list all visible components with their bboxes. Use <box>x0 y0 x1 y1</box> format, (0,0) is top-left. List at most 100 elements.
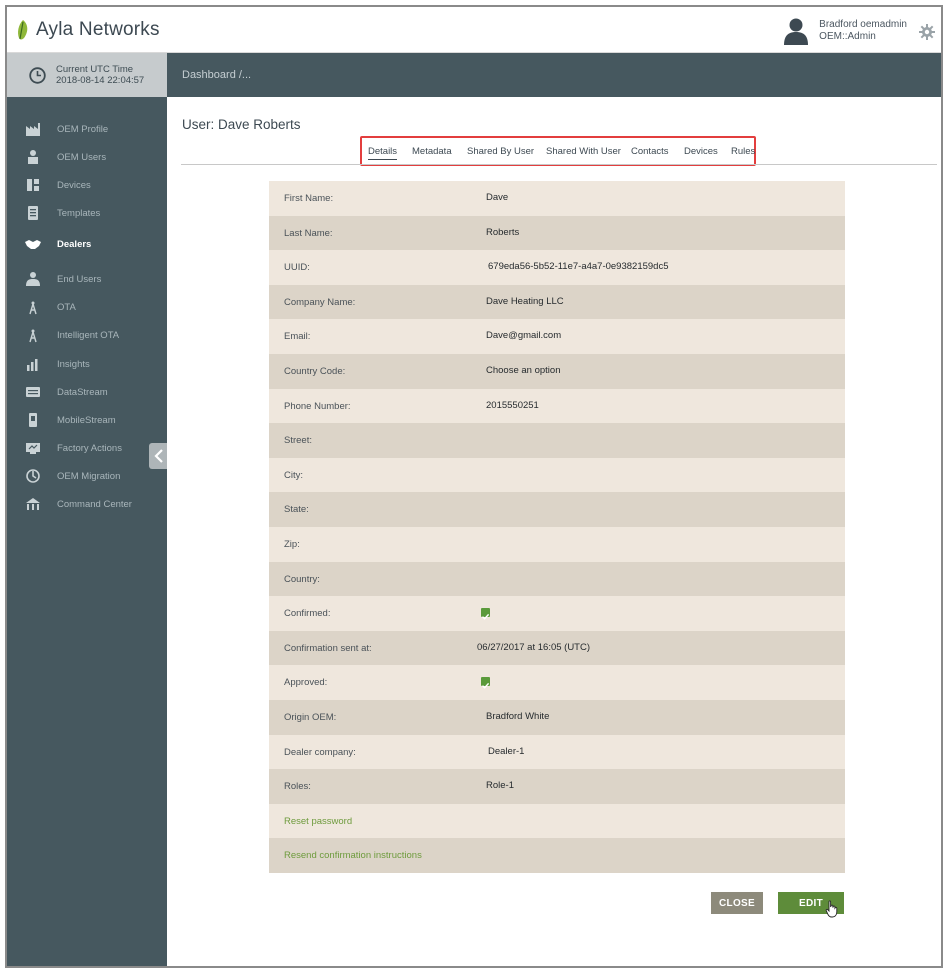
table-row: Confirmed: <box>269 596 845 631</box>
utc-clock: Current UTC Time 2018-08-14 22:04:57 <box>7 53 167 97</box>
sidebar-item-factory-actions[interactable]: Factory Actions <box>7 437 167 459</box>
command-center-icon <box>26 498 40 510</box>
sidebar-item-oem-profile[interactable]: OEM Profile <box>7 118 167 140</box>
field-label: Phone Number: <box>284 400 351 412</box>
handshake-icon <box>25 240 41 249</box>
template-icon <box>28 206 38 220</box>
sidebar-item-label: OTA <box>57 301 76 313</box>
field-value: Dave <box>486 192 509 203</box>
reset-password-link[interactable]: Reset password <box>284 816 352 827</box>
sidebar-item-label: DataStream <box>57 386 108 398</box>
field-label: Confirmation sent at: <box>284 642 372 654</box>
collapse-sidebar-button[interactable] <box>149 443 168 469</box>
field-label: Origin OEM: <box>284 711 337 723</box>
table-row: First Name: Dave <box>269 181 845 216</box>
sidebar-item-label: OEM Migration <box>57 470 121 482</box>
tab-shared-by-user[interactable]: Shared By User <box>467 146 534 157</box>
factory-icon <box>26 123 40 136</box>
close-button[interactable]: CLOSE <box>711 892 763 914</box>
stream-icon <box>26 387 40 397</box>
field-value: Bradford White <box>486 710 550 722</box>
table-row: Roles: Role-1 <box>269 769 845 804</box>
antenna-icon <box>29 301 37 315</box>
tab-devices[interactable]: Devices <box>684 146 718 157</box>
field-value: 2015550251 <box>486 399 539 411</box>
field-label: Zip: <box>284 538 300 550</box>
field-value: Dealer-1 <box>488 745 525 757</box>
user-name: Bradford oemadmin <box>819 19 907 30</box>
user-details-table: First Name: Dave Last Name: Roberts UUID… <box>269 181 845 873</box>
sidebar-item-label: End Users <box>57 273 102 285</box>
bar-chart-icon <box>27 359 38 371</box>
brand-name: Ayla Networks <box>36 19 160 40</box>
app-window: Ayla Networks Bradford oemadmin OEM::Adm… <box>5 5 943 968</box>
sidebar-item-command-center[interactable]: Command Center <box>7 493 167 515</box>
tab-details[interactable]: Details <box>368 146 398 160</box>
sidebar-item-devices[interactable]: Devices <box>7 174 167 196</box>
table-row: UUID: 679eda56-5b52-11e7-a4a7-0e9382159d… <box>269 250 845 285</box>
field-label: First Name: <box>284 193 334 204</box>
check-icon <box>482 614 490 620</box>
table-row: Country: <box>269 561 845 597</box>
field-label: Confirmed: <box>284 608 331 620</box>
tab-bar: Details Metadata Shared By User Shared W… <box>360 136 756 166</box>
sidebar-item-end-users[interactable]: End Users <box>7 268 167 290</box>
sidebar-item-label: Templates <box>57 207 101 219</box>
tab-shared-with-user[interactable]: Shared With User <box>546 146 621 157</box>
user-menu[interactable]: Bradford oemadmin OEM::Admin <box>783 17 907 45</box>
table-row: City: <box>269 457 845 493</box>
tab-contacts[interactable]: Contacts <box>631 146 669 157</box>
gear-icon[interactable] <box>919 24 935 40</box>
hand-cursor-icon <box>825 900 838 918</box>
sidebar-item-dealers[interactable]: Dealers <box>7 233 167 255</box>
table-row: Approved: <box>269 665 845 700</box>
field-value: 679eda56-5b52-11e7-a4a7-0e9382159dc5 <box>488 261 669 273</box>
resend-confirmation-link[interactable]: Resend confirmation instructions <box>284 850 422 861</box>
antenna-icon <box>29 329 37 343</box>
user-avatar-icon <box>784 18 809 45</box>
mobile-icon <box>29 413 37 427</box>
field-value: Dave Heating LLC <box>486 295 564 307</box>
sidebar-item-label: Command Center <box>57 498 132 510</box>
sidebar-item-oem-migration[interactable]: OEM Migration <box>7 465 167 487</box>
confirmed-checkbox <box>481 608 490 620</box>
field-label: State: <box>284 504 309 516</box>
sidebar-item-oem-users[interactable]: OEM Users <box>7 146 167 168</box>
field-label: Country Code: <box>284 365 346 377</box>
chevron-left-icon <box>153 449 163 463</box>
field-label: UUID: <box>284 262 310 274</box>
devices-icon <box>27 179 39 191</box>
tab-divider <box>181 164 937 165</box>
field-label: Email: <box>284 331 311 343</box>
field-label: Street: <box>284 435 312 447</box>
sidebar-item-insights[interactable]: Insights <box>7 353 167 375</box>
table-row: Reset password <box>269 803 845 839</box>
sidebar-item-templates[interactable]: Templates <box>7 202 167 224</box>
sidebar-item-label: Insights <box>57 358 90 370</box>
sidebar-item-mobilestream[interactable]: MobileStream <box>7 409 167 431</box>
sidebar: Current UTC Time 2018-08-14 22:04:57 OEM… <box>7 53 168 966</box>
migration-icon <box>26 469 40 483</box>
field-label: Roles: <box>284 781 311 793</box>
field-label: Company Name: <box>284 296 356 308</box>
sidebar-item-ota[interactable]: OTA <box>7 296 167 318</box>
table-row: Phone Number: 2015550251 <box>269 388 845 424</box>
sidebar-item-datastream[interactable]: DataStream <box>7 381 167 403</box>
sidebar-item-label: Dealers <box>57 238 92 250</box>
table-row: Zip: <box>269 526 845 562</box>
field-value: Dave@gmail.com <box>486 330 562 342</box>
sidebar-item-label: OEM Users <box>57 151 107 163</box>
field-label: Dealer company: <box>284 746 356 758</box>
table-row: State: <box>269 492 845 527</box>
breadcrumb[interactable]: Dashboard /... <box>182 69 251 81</box>
check-icon <box>482 683 490 690</box>
sidebar-item-label: Factory Actions <box>57 442 122 454</box>
brand-logo[interactable]: Ayla Networks <box>16 17 160 43</box>
field-value: Role-1 <box>486 780 514 792</box>
approved-checkbox <box>481 677 490 690</box>
tab-metadata[interactable]: Metadata <box>412 146 452 157</box>
table-row: Confirmation sent at: 06/27/2017 at 16:0… <box>269 630 845 666</box>
sidebar-item-intelligent-ota[interactable]: Intelligent OTA <box>7 324 167 346</box>
clock-value: 2018-08-14 22:04:57 <box>56 75 145 86</box>
tab-rules[interactable]: Rules <box>731 146 755 157</box>
